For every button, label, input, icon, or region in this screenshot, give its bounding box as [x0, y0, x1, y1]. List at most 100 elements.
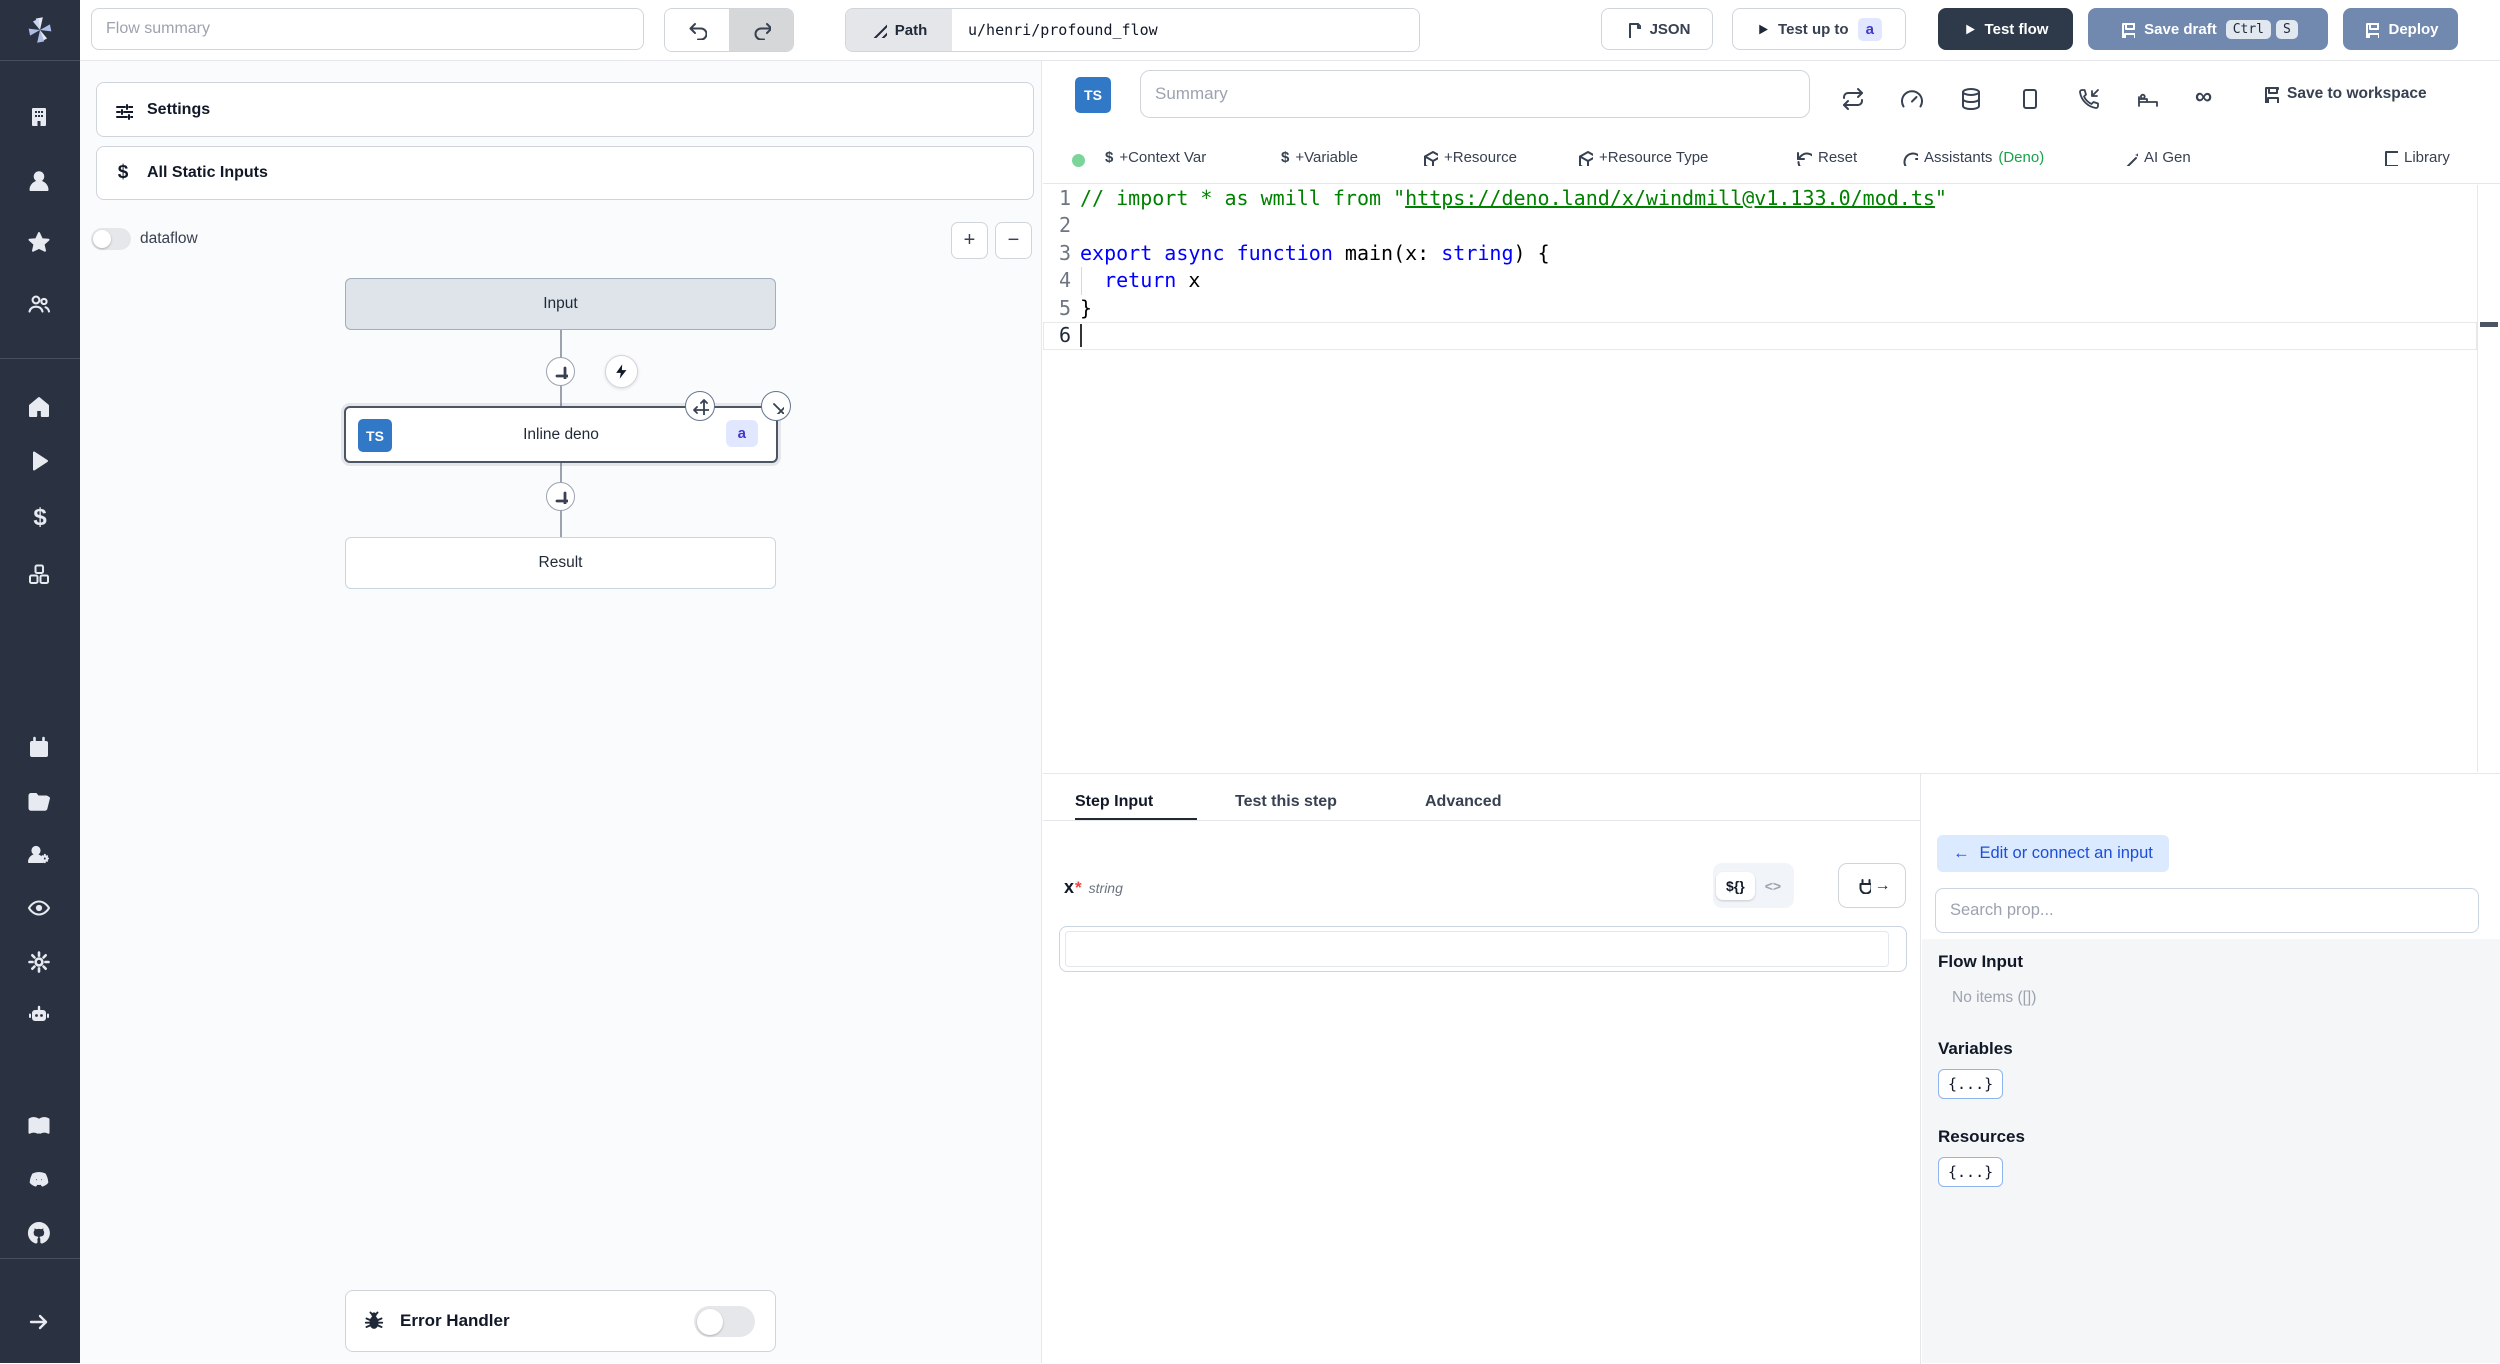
- package-icon: [1424, 151, 1438, 166]
- suspend-phone-icon[interactable]: [2077, 87, 2100, 110]
- redo-button[interactable]: [729, 9, 793, 51]
- resources-cubes-icon[interactable]: [27, 563, 53, 589]
- assistants-button[interactable]: Assistants (Deno): [1901, 149, 2044, 166]
- json-label: JSON: [1649, 20, 1691, 38]
- typescript-badge: TS: [358, 419, 392, 452]
- code-mode-segment[interactable]: <>: [1755, 872, 1791, 900]
- undo-button[interactable]: [665, 9, 729, 51]
- add-context-var-button[interactable]: $ +Context Var: [1105, 149, 1206, 166]
- variables-dollar-icon[interactable]: $: [27, 504, 53, 531]
- shared-directory-infinity-icon[interactable]: ∞: [2195, 83, 2212, 111]
- early-stop-square-icon[interactable]: [2018, 87, 2041, 110]
- save-draft-label: Save draft: [2144, 20, 2217, 38]
- connect-input-plug-button[interactable]: →: [1838, 863, 1906, 908]
- add-resource-type-button[interactable]: +Resource Type: [1576, 149, 1708, 166]
- user-icon[interactable]: [27, 169, 53, 195]
- add-context-var-label: +Context Var: [1119, 149, 1207, 166]
- path-label: Path: [894, 21, 928, 39]
- error-handler-row[interactable]: Error Handler: [345, 1290, 776, 1352]
- tab-advanced[interactable]: Advanced: [1425, 784, 1501, 820]
- favorites-star-icon[interactable]: [27, 231, 53, 257]
- workspace-icon[interactable]: [27, 105, 53, 131]
- deploy-button[interactable]: Deploy: [2343, 8, 2458, 50]
- tab-test-this-step[interactable]: Test this step: [1235, 784, 1337, 820]
- test-flow-button[interactable]: Test flow: [1938, 8, 2073, 50]
- expand-arrow-icon[interactable]: [27, 1310, 53, 1336]
- reset-button[interactable]: Reset: [1795, 149, 1857, 166]
- arg-value-input[interactable]: [1065, 931, 1889, 967]
- resources-title: Resources: [1938, 1127, 2025, 1146]
- code-lines: // import * as wmill from "https://deno.…: [1080, 186, 1947, 320]
- code-editor[interactable]: 123456 // import * as wmill from "https:…: [1043, 185, 2498, 772]
- flow-step-node-selected[interactable]: TS Inline deno a: [344, 406, 778, 463]
- wand-icon: [2126, 152, 2138, 166]
- delete-step-button[interactable]: [761, 391, 791, 421]
- zoom-out-button[interactable]: −: [995, 222, 1032, 259]
- summary-input[interactable]: [1140, 70, 1810, 118]
- docs-book-icon[interactable]: [27, 1114, 53, 1140]
- file-json-icon: [1628, 22, 1641, 38]
- insert-trigger-button[interactable]: [605, 355, 638, 388]
- typescript-badge-label: TS: [366, 427, 384, 444]
- flow-input-node[interactable]: Input: [345, 278, 776, 330]
- save-to-workspace-button[interactable]: Save to workspace: [2261, 85, 2427, 103]
- refresh-icon: [1903, 152, 1918, 166]
- test-flow-label: Test flow: [1984, 20, 2049, 38]
- folders-icon[interactable]: [27, 790, 53, 816]
- windmill-logo[interactable]: [22, 12, 58, 48]
- zoom-in-button[interactable]: +: [951, 222, 988, 259]
- arg-name: x: [1064, 877, 1075, 897]
- json-button[interactable]: JSON: [1601, 8, 1713, 50]
- arg-mode-toggle[interactable]: ${} <>: [1713, 863, 1795, 908]
- plus-icon: [555, 366, 568, 379]
- discord-icon[interactable]: [27, 1168, 53, 1194]
- resources-object-chip[interactable]: {...}: [1938, 1157, 2004, 1187]
- undo-icon: [689, 23, 707, 40]
- assistants-label: Assistants: [1924, 149, 1993, 166]
- path-input[interactable]: [952, 9, 1419, 51]
- sliders-icon: [116, 103, 133, 120]
- save-icon: [2122, 22, 2136, 38]
- library-button[interactable]: Library: [2381, 149, 2450, 166]
- move-step-button[interactable]: [685, 391, 715, 421]
- topbar: Path JSON Test up to a Test flow Save dr…: [80, 0, 2500, 61]
- workers-robot-icon[interactable]: [27, 1003, 53, 1029]
- typescript-badge-label: TS: [1084, 87, 1102, 103]
- concurrency-gauge-icon[interactable]: [1900, 87, 1923, 110]
- cache-database-icon[interactable]: [1959, 87, 1982, 110]
- error-handler-toggle[interactable]: [694, 1306, 755, 1337]
- add-variable-button[interactable]: $ +Variable: [1281, 149, 1358, 166]
- dataflow-toggle[interactable]: [91, 228, 131, 250]
- sidebar: $: [0, 0, 80, 1363]
- groups-gear-icon[interactable]: [27, 843, 53, 869]
- template-mode-segment[interactable]: ${}: [1716, 871, 1755, 900]
- sleep-bed-icon[interactable]: [2136, 87, 2159, 110]
- github-icon[interactable]: [27, 1221, 53, 1247]
- ai-gen-label: AI Gen: [2144, 149, 2191, 166]
- ai-gen-button[interactable]: AI Gen: [2121, 149, 2191, 166]
- tab-step-input[interactable]: Step Input: [1075, 784, 1153, 820]
- flow-summary-input[interactable]: [91, 8, 644, 50]
- settings-gear-icon[interactable]: [27, 950, 53, 976]
- save-draft-button[interactable]: Save draft Ctrl S: [2088, 8, 2328, 50]
- test-up-to-button[interactable]: Test up to a: [1732, 8, 1906, 50]
- assistants-lang-label: (Deno): [1998, 149, 2045, 166]
- all-static-inputs-button[interactable]: $ All Static Inputs: [96, 146, 1034, 200]
- insert-step-after-button[interactable]: [546, 482, 575, 511]
- move-icon: [692, 398, 709, 415]
- home-icon[interactable]: [27, 395, 53, 421]
- audit-eye-icon[interactable]: [27, 896, 53, 922]
- insert-step-button[interactable]: [546, 357, 575, 386]
- variables-object-chip[interactable]: {...}: [1938, 1069, 2004, 1099]
- flow-settings-button[interactable]: Settings: [96, 82, 1034, 137]
- retries-icon[interactable]: [1841, 87, 1864, 110]
- flow-result-node[interactable]: Result: [345, 537, 776, 589]
- search-prop-input[interactable]: [1935, 888, 2479, 933]
- user-group-icon[interactable]: [27, 292, 53, 318]
- add-resource-button[interactable]: +Resource: [1421, 149, 1517, 166]
- schedules-calendar-icon[interactable]: [27, 736, 53, 762]
- dollar-icon: $: [1105, 149, 1114, 166]
- runs-play-icon[interactable]: [27, 449, 53, 475]
- path-label-segment[interactable]: Path: [846, 9, 952, 51]
- edit-or-connect-button[interactable]: ← Edit or connect an input: [1937, 835, 2169, 872]
